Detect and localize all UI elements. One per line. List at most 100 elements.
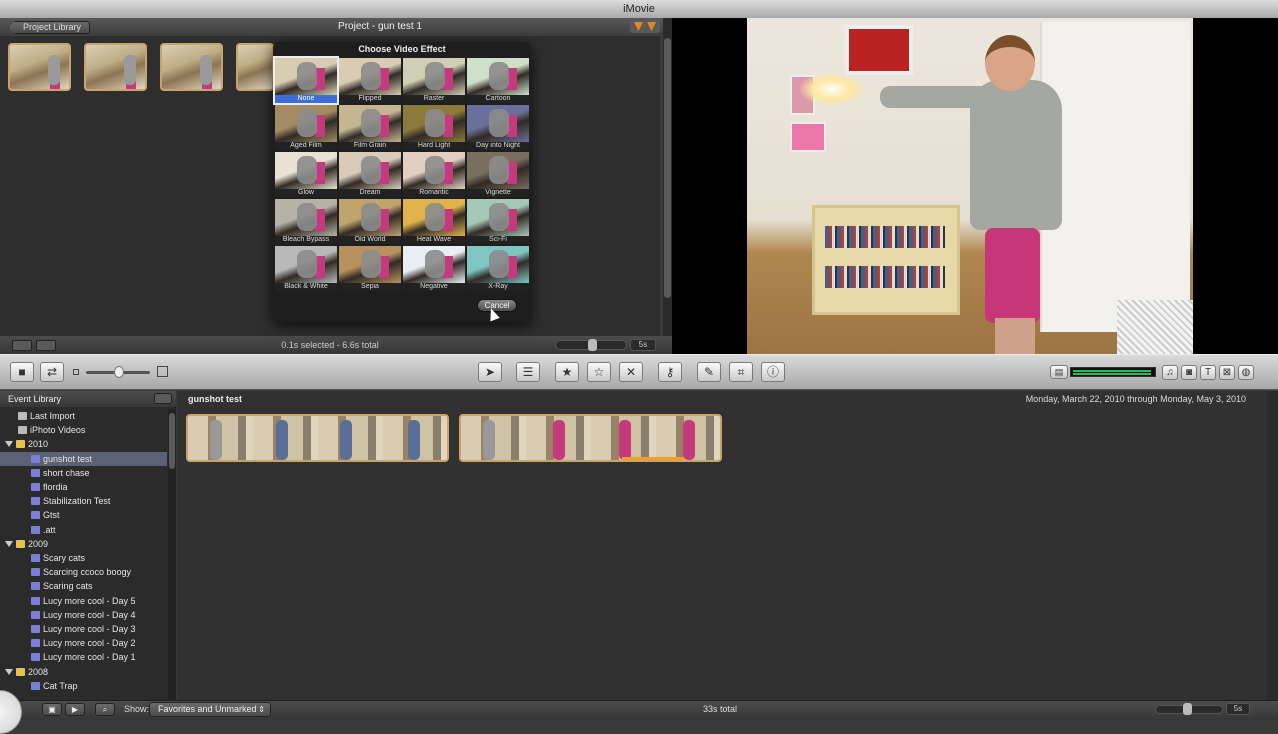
event-item[interactable]: Gtst (0, 508, 167, 522)
eyedropper-button[interactable]: ✎ (697, 362, 721, 382)
effect-option[interactable]: None (273, 56, 339, 105)
event-zoom-knob[interactable] (1183, 703, 1192, 715)
event-item[interactable]: Last Import (0, 409, 167, 423)
event-item[interactable]: Lucy more cool - Day 2 (0, 636, 167, 650)
effect-preview (467, 105, 529, 142)
keyword-button[interactable]: ⚷ (658, 362, 682, 382)
event-clip[interactable] (459, 414, 722, 462)
dialog-title: Choose Video Effect (358, 44, 446, 54)
hand-icon: ☰ (522, 365, 534, 379)
event-icon (31, 483, 40, 491)
unmark-button[interactable]: ☆ (587, 362, 611, 382)
effect-label: Flipped (358, 95, 382, 102)
project-clip-thumbnail[interactable] (8, 43, 71, 91)
project-clip-thumbnail[interactable] (160, 43, 223, 91)
crop-button[interactable]: ⌗ (729, 362, 753, 382)
music-browser-button[interactable]: ♫ (1162, 365, 1178, 380)
effect-option[interactable]: Sci-Fi (467, 199, 529, 244)
inspector-button[interactable]: ⓘ (761, 362, 785, 382)
disclosure-triangle-icon[interactable] (5, 441, 13, 448)
effect-option[interactable]: Negative (403, 246, 465, 291)
play-event-button[interactable]: ▶ (65, 703, 85, 716)
event-library-toggle-button[interactable] (154, 393, 172, 404)
event-item[interactable]: Lucy more cool - Day 3 (0, 622, 167, 636)
project-clip-thumbnail[interactable] (84, 43, 147, 91)
small-thumb-icon (73, 369, 79, 375)
event-item[interactable]: Scaring cats (0, 579, 167, 593)
effect-option[interactable]: Bleach Bypass (275, 199, 337, 244)
effect-option[interactable]: Cartoon (467, 58, 529, 103)
search-events-button[interactable]: ⌕ (95, 703, 115, 716)
photo-browser-button[interactable]: ◙ (1181, 365, 1197, 380)
event-item[interactable]: Stabilization Test (0, 494, 167, 508)
event-clip[interactable] (186, 414, 449, 462)
effect-option[interactable]: Film Grain (339, 105, 401, 150)
event-item-label: .att (43, 524, 56, 535)
effect-option[interactable]: Romantic (403, 152, 465, 197)
effect-option[interactable]: Old World (339, 199, 401, 244)
event-item[interactable]: Scary cats (0, 551, 167, 565)
event-item[interactable]: .att (0, 523, 167, 537)
transition-browser-button[interactable]: ⊠ (1219, 365, 1235, 380)
camera-import-button[interactable]: ■ (10, 362, 34, 382)
effect-preview (467, 58, 529, 95)
event-folder[interactable]: 2010 (0, 437, 167, 451)
thumbnail-size-knob[interactable] (114, 366, 124, 378)
folder-icon (16, 539, 25, 548)
effect-label: Heat Wave (416, 236, 452, 243)
effect-option[interactable]: Sepia (339, 246, 401, 291)
project-zoom-knob[interactable] (588, 339, 597, 351)
effect-option[interactable]: Heat Wave (403, 199, 465, 244)
effect-option[interactable]: Hard Light (403, 105, 465, 150)
reject-button[interactable]: ✕ (619, 362, 643, 382)
effect-option[interactable]: Aged Film (275, 105, 337, 150)
effect-option[interactable]: X-Ray (467, 246, 529, 291)
camera-icon: ■ (18, 365, 26, 379)
event-item[interactable]: iPhoto Videos (0, 423, 167, 437)
effect-label: Day into Night (476, 142, 520, 149)
effect-option[interactable]: Flipped (339, 58, 401, 103)
add-to-project-button[interactable]: ☰ (516, 362, 540, 382)
map-browser-button[interactable]: ◍ (1238, 365, 1254, 380)
event-title: gunshot test (188, 394, 242, 404)
effect-label: Old World (354, 236, 386, 243)
play-fullscreen-event-button[interactable]: ▣ (42, 703, 62, 716)
mark-favorite-button[interactable]: ★ (555, 362, 579, 382)
project-options-button[interactable] (630, 20, 660, 33)
event-item[interactable]: short chase (0, 466, 167, 480)
project-clip-thumbnail[interactable] (236, 43, 274, 91)
event-item[interactable]: Lucy more cool - Day 4 (0, 608, 167, 622)
effect-label: Vignette (485, 189, 511, 196)
effect-option[interactable]: Raster (403, 58, 465, 103)
effect-option[interactable]: Black & White (275, 246, 337, 291)
effect-option[interactable]: Day into Night (467, 105, 529, 150)
effect-label: None (275, 95, 337, 103)
event-list-scrollbar[interactable] (168, 409, 176, 699)
show-filter-select[interactable]: Favorites and Unmarked ⇕ (149, 702, 271, 717)
effect-option[interactable]: Vignette (467, 152, 529, 197)
select-tool-button[interactable]: ➤ (478, 362, 502, 382)
updown-arrow-icon: ⇕ (258, 705, 265, 714)
event-icon (31, 596, 40, 605)
disclosure-triangle-icon[interactable] (5, 540, 13, 547)
event-folder[interactable]: 2009 (0, 537, 167, 551)
event-item-label: 2010 (28, 439, 49, 450)
effect-option[interactable]: Glow (275, 152, 337, 197)
swap-panes-button[interactable]: ⇄ (40, 362, 64, 382)
event-item[interactable]: gunshot test (0, 451, 167, 466)
effect-preview (339, 199, 401, 236)
event-browser-scrollbar[interactable] (1267, 391, 1278, 701)
event-item[interactable]: flordia (0, 480, 167, 494)
disclosure-triangle-icon[interactable] (5, 668, 13, 675)
effect-option[interactable]: Dream (339, 152, 401, 197)
project-scrollbar[interactable] (663, 18, 672, 336)
audio-toggle-button[interactable]: ▤ (1050, 365, 1068, 379)
event-item[interactable]: Lucy more cool - Day 5 (0, 594, 167, 608)
event-library-title: Event Library (0, 391, 176, 407)
title-browser-button[interactable]: T (1200, 365, 1216, 380)
event-folder[interactable]: 2008 (0, 665, 167, 679)
event-item[interactable]: Lucy more cool - Day 1 (0, 650, 167, 664)
event-item[interactable]: Scarcing ccoco boogy (0, 565, 167, 579)
globe-icon: ◍ (1241, 367, 1251, 378)
event-item[interactable]: Cat Trap (0, 679, 167, 693)
